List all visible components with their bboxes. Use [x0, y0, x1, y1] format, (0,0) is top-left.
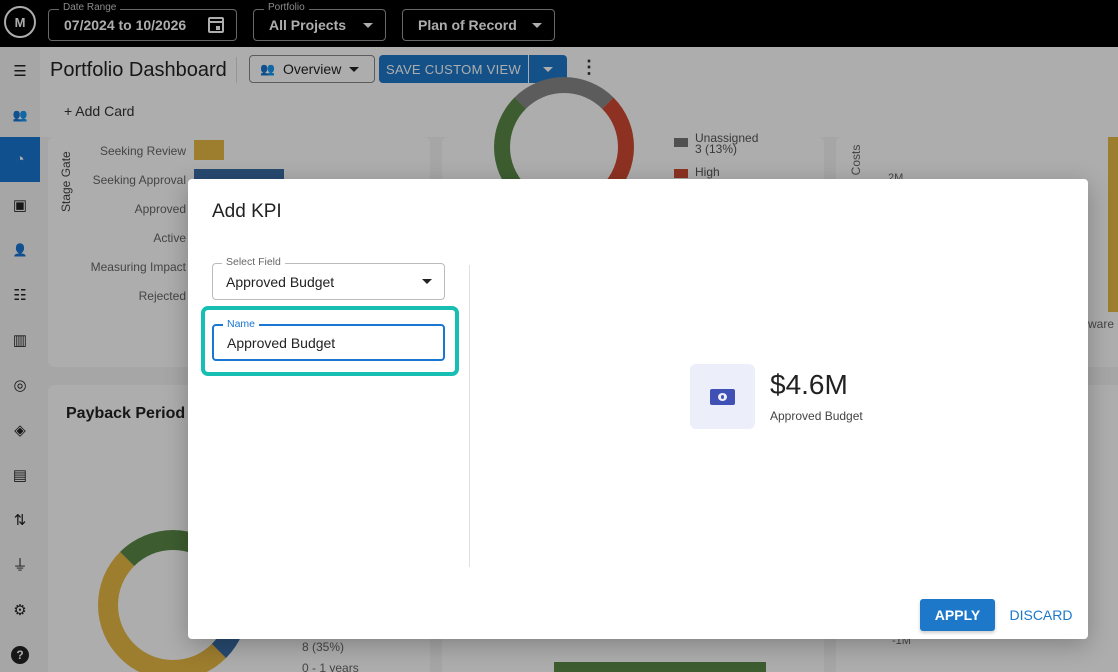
dialog-divider [469, 265, 470, 567]
select-field-value: Approved Budget [226, 273, 335, 290]
kpi-preview-value: $4.6M [770, 369, 848, 400]
name-field-highlight [201, 306, 459, 376]
chevron-down-icon [422, 279, 432, 284]
select-field-label: Select Field [222, 256, 285, 268]
kpi-preview-icon [690, 364, 755, 429]
kpi-preview-label: Approved Budget [770, 409, 863, 423]
dialog-title: Add KPI [212, 201, 282, 222]
money-icon [710, 388, 735, 405]
select-field-dropdown[interactable]: Select Field Approved Budget [212, 256, 445, 300]
discard-button[interactable]: DISCARD [1006, 599, 1076, 631]
add-kpi-dialog: Add KPI Select Field Approved Budget Nam… [188, 179, 1088, 639]
apply-button[interactable]: APPLY [920, 599, 995, 631]
